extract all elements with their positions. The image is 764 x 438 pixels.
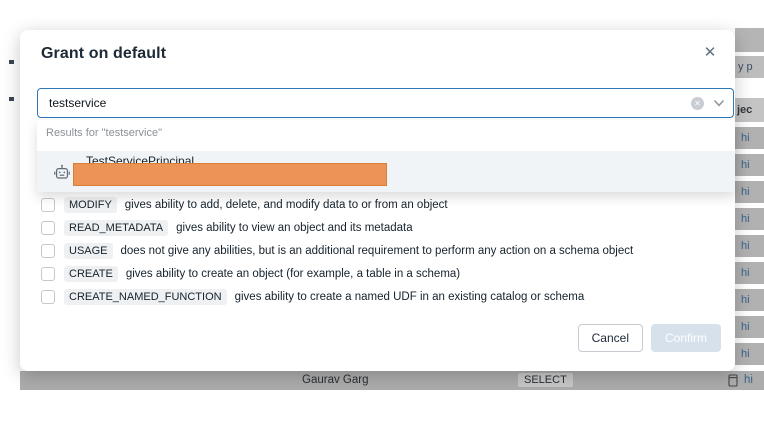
privilege-name: CREATE xyxy=(64,265,118,282)
copy-icon[interactable] xyxy=(728,374,739,387)
background-object-link: hi xyxy=(735,316,764,338)
create-checkbox[interactable] xyxy=(41,266,55,281)
background-object-link: hi xyxy=(735,154,764,176)
background-object-link: hi xyxy=(735,262,764,284)
privilege-name: USAGE xyxy=(64,242,113,259)
principal-search-input[interactable] xyxy=(38,89,733,117)
background-table-strip xyxy=(735,28,764,52)
background-object-link: hi xyxy=(735,235,764,257)
background-object-link: hi xyxy=(735,181,764,203)
principal-search-box: ✕ xyxy=(37,88,734,118)
privilege-row-usage: USAGE does not give any abilities, but i… xyxy=(20,239,735,262)
background-object-link: hi xyxy=(744,374,753,386)
clear-input-icon[interactable]: ✕ xyxy=(691,96,704,110)
privilege-row-modify: MODIFY gives ability to add, delete, and… xyxy=(20,193,735,216)
background-object-link: hi xyxy=(735,208,764,230)
privilege-row-read-metadata: READ_METADATA gives ability to view an o… xyxy=(20,216,735,239)
privilege-description: gives ability to create an object (for e… xyxy=(125,267,461,280)
background-principal-cell: Gaurav Garg xyxy=(302,374,369,386)
chevron-down-icon[interactable] xyxy=(714,100,724,107)
service-principal-robot-icon xyxy=(54,164,70,180)
dialog-title: Grant on default xyxy=(41,45,167,62)
background-text-fragment xyxy=(9,60,14,64)
modify-checkbox[interactable] xyxy=(41,197,55,212)
privilege-description: does not give any abilities, but is an a… xyxy=(120,244,634,257)
usage-checkbox[interactable] xyxy=(41,243,55,258)
background-table-row: Gaurav Garg SELECT hi xyxy=(20,371,764,390)
privilege-name: CREATE_NAMED_FUNCTION xyxy=(64,288,227,305)
search-results-dropdown: Results for "testservice" TestServicePri… xyxy=(37,120,735,192)
background-text-fragment xyxy=(9,97,14,101)
privilege-name: READ_METADATA xyxy=(64,219,169,236)
privilege-list: MODIFY gives ability to add, delete, and… xyxy=(20,193,735,308)
confirm-button[interactable]: Confirm xyxy=(650,324,721,352)
privilege-description: gives ability to add, delete, and modify… xyxy=(124,198,448,211)
dialog-footer: Cancel Confirm xyxy=(577,324,721,352)
background-text-fragment: y p xyxy=(735,56,764,78)
privilege-description: gives ability to view an object and its … xyxy=(176,221,413,234)
privilege-description: gives ability to create a named UDF in a… xyxy=(234,290,585,303)
create-named-function-checkbox[interactable] xyxy=(41,289,55,304)
redacted-principal-id xyxy=(73,163,387,186)
grant-dialog: Grant on default ✕ ✕ Results for "testse… xyxy=(20,30,735,371)
privilege-name: MODIFY xyxy=(64,196,117,213)
background-object-link: hi xyxy=(735,343,764,365)
result-item-testserviceprincipal[interactable]: TestServicePrincipal xyxy=(37,151,735,192)
privilege-row-create: CREATE gives ability to create an object… xyxy=(20,262,735,285)
results-label: Results for "testservice" xyxy=(46,127,163,139)
close-icon[interactable]: ✕ xyxy=(700,43,720,63)
background-object-link: hi xyxy=(735,289,764,311)
background-object-link: hi xyxy=(735,127,764,149)
privilege-row-create-named-function: CREATE_NAMED_FUNCTION gives ability to c… xyxy=(20,285,735,308)
read-metadata-checkbox[interactable] xyxy=(41,220,55,235)
background-object-column-header: jec xyxy=(735,98,764,122)
cancel-button[interactable]: Cancel xyxy=(577,324,643,352)
background-privilege-badge: SELECT xyxy=(518,373,573,387)
